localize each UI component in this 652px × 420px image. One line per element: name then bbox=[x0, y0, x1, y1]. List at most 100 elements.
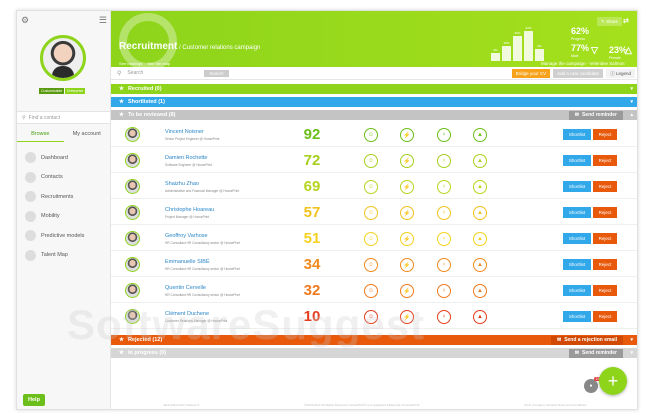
contact-search-input[interactable]: Find a contact bbox=[29, 115, 60, 121]
smiley-icon[interactable]: ☺ bbox=[364, 258, 378, 272]
candidate-row[interactable]: Shaizhu Zhao Administrative and Financial… bbox=[111, 175, 637, 199]
candidate-name[interactable]: Christophe Hoareau bbox=[165, 207, 214, 213]
section-rejected[interactable]: ★ Rejected (12) ✉ Send a rejection email ▾ bbox=[111, 335, 637, 345]
add-fab-button[interactable]: + bbox=[599, 367, 627, 395]
shortlist-button[interactable]: Shortlist bbox=[563, 259, 591, 270]
triangle-icon[interactable]: ▲ bbox=[473, 232, 487, 246]
candidate-name[interactable]: Damien Rochette bbox=[165, 155, 208, 161]
bulb-icon[interactable]: ♀ bbox=[437, 232, 451, 246]
smiley-icon[interactable]: ☺ bbox=[364, 284, 378, 298]
send-reminder-button[interactable]: ✉ Send reminder bbox=[568, 110, 623, 120]
triangle-icon[interactable]: ▲ bbox=[473, 206, 487, 220]
search-input[interactable]: Search bbox=[127, 70, 197, 76]
manage-campaign-link[interactable]: Manage the campaign - Velentine Salmon bbox=[541, 61, 625, 66]
shortlist-button[interactable]: Shortlist bbox=[563, 285, 591, 296]
bulb-icon[interactable]: ♀ bbox=[437, 206, 451, 220]
reject-button[interactable]: Reject bbox=[593, 233, 617, 244]
lightning-icon[interactable]: ⚡ bbox=[400, 284, 414, 298]
candidate-name[interactable]: Quentin Cervelle bbox=[165, 285, 206, 291]
lightning-icon[interactable]: ⚡ bbox=[400, 206, 414, 220]
shortlist-button[interactable]: Shortlist bbox=[563, 207, 591, 218]
candidate-name[interactable]: Geoffroy Varhose bbox=[165, 233, 208, 239]
candidate-avatar[interactable] bbox=[125, 231, 140, 246]
candidate-row[interactable]: Damien Rochette Software Engineer @ Hoose… bbox=[111, 149, 637, 173]
role-tag-enterprise[interactable]: Enterprise bbox=[65, 88, 86, 94]
triangle-icon[interactable]: ▲ bbox=[473, 310, 487, 324]
smiley-icon[interactable]: ☺ bbox=[364, 128, 378, 142]
reject-button[interactable]: Reject bbox=[593, 207, 617, 218]
candidate-row[interactable]: Vincent Noisner Senior Project Engineer @… bbox=[111, 123, 637, 147]
shortlist-button[interactable]: Shortlist bbox=[563, 129, 591, 140]
candidate-row[interactable]: Geoffroy Varhose HR Consultant HR Consult… bbox=[111, 227, 637, 251]
contact-search[interactable]: ⚲ Find a contact bbox=[17, 111, 110, 124]
section-in-progress[interactable]: ★ In progress (0) ✉ Send reminder ▾ bbox=[111, 348, 637, 358]
reject-button[interactable]: Reject bbox=[593, 311, 617, 322]
see-rankings-link[interactable]: See rankings bbox=[119, 61, 142, 66]
smiley-icon[interactable]: ☺ bbox=[364, 206, 378, 220]
legend-button[interactable]: ⓘ Legend bbox=[606, 69, 635, 78]
lightning-icon[interactable]: ⚡ bbox=[400, 180, 414, 194]
share-button[interactable]: ✎ Share bbox=[597, 17, 623, 26]
lightning-icon[interactable]: ⚡ bbox=[400, 128, 414, 142]
candidate-name[interactable]: Shaizhu Zhao bbox=[165, 181, 199, 187]
candidate-avatar[interactable] bbox=[125, 309, 140, 324]
lightning-icon[interactable]: ⚡ bbox=[400, 258, 414, 272]
bulb-icon[interactable]: ♀ bbox=[437, 310, 451, 324]
candidate-avatar[interactable] bbox=[125, 153, 140, 168]
section-shortlisted[interactable]: ★ Shortlisted (1) ▾ bbox=[111, 97, 637, 107]
candidate-avatar[interactable] bbox=[125, 205, 140, 220]
notifications-button[interactable]: ● 15 bbox=[584, 377, 601, 393]
footer-right[interactable]: CGU | Contact | General Terms and Condit… bbox=[524, 403, 586, 407]
send-rejection-email-button[interactable]: ✉ Send a rejection email bbox=[550, 335, 623, 345]
candidate-avatar[interactable] bbox=[125, 257, 140, 272]
shortlist-button[interactable]: Shortlist bbox=[563, 233, 591, 244]
shortlist-button[interactable]: Shortlist bbox=[563, 155, 591, 166]
candidate-avatar[interactable] bbox=[125, 283, 140, 298]
shortlist-button[interactable]: Shortlist bbox=[563, 181, 591, 192]
sidebar-item-recruitments[interactable]: Recruitments bbox=[25, 190, 84, 203]
triangle-icon[interactable]: ▲ bbox=[473, 154, 487, 168]
help-button[interactable]: Help bbox=[23, 394, 45, 406]
section-recruited[interactable]: ★ Recruited (0) ▾ bbox=[111, 84, 637, 94]
import-cv-button[interactable]: Bridge your CV bbox=[511, 69, 551, 78]
sidebar-item-contacts[interactable]: Contacts bbox=[25, 171, 84, 184]
triangle-icon[interactable]: ▲ bbox=[473, 284, 487, 298]
shortlist-button[interactable]: Shortlist bbox=[563, 311, 591, 322]
tab-my-account[interactable]: My account bbox=[64, 129, 111, 142]
menu-icon[interactable]: ☰ bbox=[99, 15, 107, 26]
tab-browse[interactable]: Browse bbox=[17, 129, 64, 142]
sidebar-item-mobility[interactable]: Mobility bbox=[25, 210, 84, 223]
sidebar-item-predictive-models[interactable]: Predictive models bbox=[25, 229, 84, 242]
bulb-icon[interactable]: ♀ bbox=[437, 284, 451, 298]
candidate-name[interactable]: Clément Duchene bbox=[165, 311, 209, 317]
reject-button[interactable]: Reject bbox=[593, 155, 617, 166]
bulb-icon[interactable]: ♀ bbox=[437, 128, 451, 142]
triangle-icon[interactable]: ▲ bbox=[473, 258, 487, 272]
smiley-icon[interactable]: ☺ bbox=[364, 180, 378, 194]
candidate-row[interactable]: Emmanuelle SIBÉ HR Consultant HR Consulta… bbox=[111, 253, 637, 277]
avatar[interactable] bbox=[40, 35, 86, 81]
section-to-be-reviewed[interactable]: ★ To be reviewed (8) ✉ Send reminder ▴ bbox=[111, 110, 637, 120]
reject-button[interactable]: Reject bbox=[593, 285, 617, 296]
reject-button[interactable]: Reject bbox=[593, 259, 617, 270]
candidate-name[interactable]: Emmanuelle SIBÉ bbox=[165, 259, 210, 265]
bulb-icon[interactable]: ♀ bbox=[437, 154, 451, 168]
add-candidate-button[interactable]: Add a new candidate bbox=[553, 69, 604, 78]
sidebar-item-dashboard[interactable]: Dashboard bbox=[25, 151, 84, 164]
smiley-icon[interactable]: ☺ bbox=[364, 310, 378, 324]
candidate-name[interactable]: Vincent Noisner bbox=[165, 129, 204, 135]
triangle-icon[interactable]: ▲ bbox=[473, 128, 487, 142]
send-reminder-button-2[interactable]: ✉ Send reminder bbox=[568, 348, 623, 358]
reject-button[interactable]: Reject bbox=[593, 129, 617, 140]
candidate-avatar[interactable] bbox=[125, 179, 140, 194]
see-map-link[interactable]: See the map bbox=[147, 61, 170, 66]
smiley-icon[interactable]: ☺ bbox=[364, 232, 378, 246]
lightning-icon[interactable]: ⚡ bbox=[400, 154, 414, 168]
role-tag-customizable[interactable]: Customizable bbox=[39, 88, 65, 94]
expand-icon[interactable]: ⇄ bbox=[623, 17, 629, 25]
bulb-icon[interactable]: ♀ bbox=[437, 180, 451, 194]
candidate-avatar[interactable] bbox=[125, 127, 140, 142]
lightning-icon[interactable]: ⚡ bbox=[400, 310, 414, 324]
settings-icon[interactable]: ⚙ bbox=[21, 15, 29, 26]
search-button[interactable]: Search bbox=[204, 69, 229, 77]
